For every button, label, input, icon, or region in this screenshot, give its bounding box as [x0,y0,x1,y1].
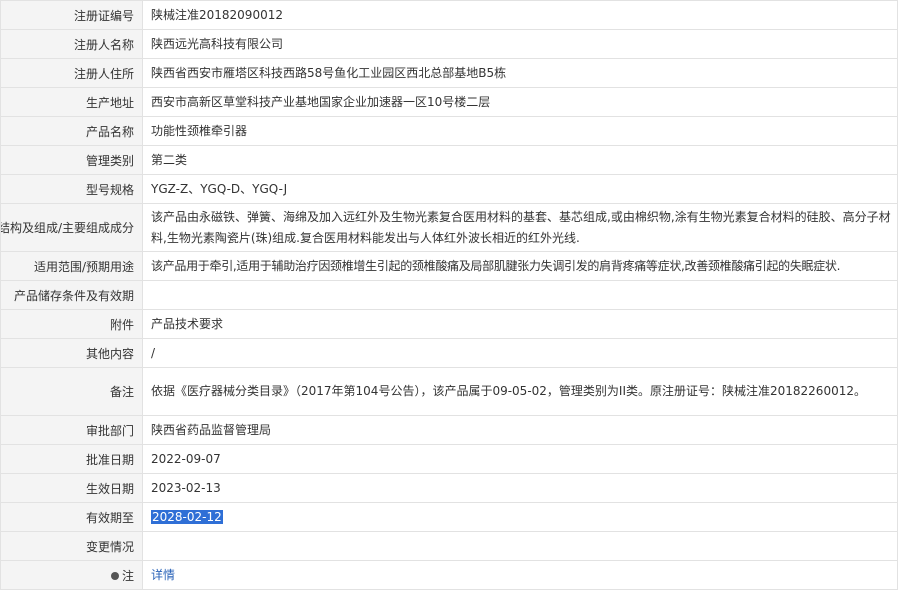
row-label-change-status: 变更情况 [0,531,143,561]
row-value-change-status [142,531,898,561]
table-row: 注册人住所 陕西省西安市雁塔区科技西路58号鱼化工业园区西北总部基地B5栋 [0,58,898,88]
table-row: 结构及组成/主要组成成分 该产品由永磁铁、弹簧、海绵及加入远红外及生物光素复合医… [0,203,898,252]
row-label-approval-date: 批准日期 [0,444,143,474]
row-value-management-category: 第二类 [142,145,898,175]
row-label-storage-conditions: 产品储存条件及有效期 [0,280,143,310]
row-value-model-spec: YGZ-Z、YGQ-D、YGQ-J [142,174,898,204]
table-row: 变更情况 [0,531,898,561]
row-value-storage-conditions [142,280,898,310]
row-label-production-address: 生产地址 [0,87,143,117]
row-label-structure-composition: 结构及组成/主要组成成分 [0,203,143,252]
row-label-valid-until: 有效期至 [0,502,143,532]
selected-valid-until-text[interactable]: 2028-02-12 [151,509,223,524]
row-value-approval-date: 2022-09-07 [142,444,898,474]
row-value-approval-department: 陕西省药品监督管理局 [142,415,898,445]
table-row: 其他内容 / [0,338,898,368]
row-value-valid-until: 2028-02-12 [142,502,898,532]
row-value-registrant-address: 陕西省西安市雁塔区科技西路58号鱼化工业园区西北总部基地B5栋 [142,58,898,88]
row-value-remarks: 依据《医疗器械分类目录》（2017年第104号公告），该产品属于09-05-02… [142,367,898,416]
row-label-registrant-name: 注册人名称 [0,29,143,59]
row-label-remarks: 备注 [0,367,143,416]
table-row: 型号规格 YGZ-Z、YGQ-D、YGQ-J [0,174,898,204]
row-label-approval-department: 审批部门 [0,415,143,445]
row-label-attachment: 附件 [0,309,143,339]
table-row: 批准日期 2022-09-07 [0,444,898,474]
table-row: 产品储存条件及有效期 [0,280,898,310]
table-row: 生产地址 西安市高新区草堂科技产业基地国家企业加速器一区10号楼二层 [0,87,898,117]
table-row: 适用范围/预期用途 该产品用于牵引,适用于辅助治疗因颈椎增生引起的颈椎酸痛及局部… [0,251,898,281]
table-row: 备注 依据《医疗器械分类目录》（2017年第104号公告），该产品属于09-05… [0,367,898,416]
table-row: 管理类别 第二类 [0,145,898,175]
table-row: 有效期至 2028-02-12 [0,502,898,532]
row-label-registrant-address: 注册人住所 [0,58,143,88]
row-label-management-category: 管理类别 [0,145,143,175]
details-link[interactable]: 详情 [151,568,175,582]
row-value-registrant-name: 陕西远光高科技有限公司 [142,29,898,59]
row-label-model-spec: 型号规格 [0,174,143,204]
row-value-production-address: 西安市高新区草堂科技产业基地国家企业加速器一区10号楼二层 [142,87,898,117]
row-label-product-name: 产品名称 [0,116,143,146]
row-label-intended-use: 适用范围/预期用途 [0,251,143,281]
registration-detail-table: 注册证编号 陕械注准20182090012 注册人名称 陕西远光高科技有限公司 … [0,0,898,590]
row-label-effective-date: 生效日期 [0,473,143,503]
note-icon [110,571,119,580]
table-row: 产品名称 功能性颈椎牵引器 [0,116,898,146]
row-value-product-name: 功能性颈椎牵引器 [142,116,898,146]
row-label-note: 注 [0,560,143,590]
table-row: 附件 产品技术要求 [0,309,898,339]
row-value-structure-composition: 该产品由永磁铁、弹簧、海绵及加入远红外及生物光素复合医用材料的基套、基芯组成,或… [142,203,898,252]
table-row: 注册证编号 陕械注准20182090012 [0,0,898,30]
row-value-note: 详情 [142,560,898,590]
row-value-attachment: 产品技术要求 [142,309,898,339]
row-value-other-content: / [142,338,898,368]
row-value-registration-number: 陕械注准20182090012 [142,0,898,30]
row-value-effective-date: 2023-02-13 [142,473,898,503]
row-label-other-content: 其他内容 [0,338,143,368]
table-row: 注 详情 [0,560,898,590]
table-row: 审批部门 陕西省药品监督管理局 [0,415,898,445]
table-row: 生效日期 2023-02-13 [0,473,898,503]
row-value-intended-use: 该产品用于牵引,适用于辅助治疗因颈椎增生引起的颈椎酸痛及局部肌腱张力失调引发的肩… [142,251,898,281]
row-label-registration-number: 注册证编号 [0,0,143,30]
table-row: 注册人名称 陕西远光高科技有限公司 [0,29,898,59]
